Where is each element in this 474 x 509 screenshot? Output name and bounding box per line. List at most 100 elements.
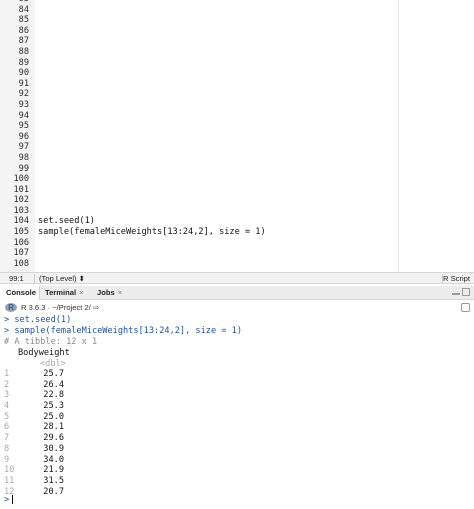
row-value: 25.0	[43, 411, 64, 422]
row-index: 6	[4, 422, 10, 433]
row-value: 25.7	[43, 369, 64, 379]
line-number: 103	[13, 205, 29, 216]
scope-selector[interactable]: (Top Level) ⬍	[39, 274, 85, 283]
code-line[interactable]: set.seed(1)	[38, 216, 474, 227]
row-index: 9	[4, 454, 10, 465]
line-number: 89	[18, 57, 29, 68]
code-line[interactable]	[38, 36, 474, 47]
r-logo-icon: R	[5, 303, 17, 312]
clear-console-icon[interactable]	[461, 303, 470, 312]
close-icon[interactable]: ×	[118, 288, 122, 297]
code-line[interactable]	[38, 174, 474, 185]
row-index: 11	[4, 475, 15, 486]
line-number: 86	[18, 25, 29, 36]
table-row: 1 25.7	[0, 369, 100, 380]
row-index: 3	[4, 390, 10, 401]
line-number: 102	[13, 195, 29, 206]
code-line[interactable]	[38, 5, 474, 16]
line-number: 98	[18, 152, 29, 163]
code-line[interactable]	[38, 153, 474, 164]
row-value: 31.5	[43, 475, 64, 486]
code-line[interactable]	[38, 111, 474, 122]
code-line[interactable]	[38, 68, 474, 79]
table-row: 9 34.0	[0, 455, 100, 466]
code-line[interactable]	[38, 259, 474, 270]
text-caret	[12, 495, 14, 504]
table-row: 7 29.6	[0, 433, 100, 444]
code-line[interactable]	[38, 100, 474, 111]
line-numbers: 8384858687888990919293949596979899100101…	[0, 0, 29, 269]
code-area[interactable]: set.seed(1) sample(femaleMiceWeights[13:2…	[38, 0, 474, 269]
tab-terminal[interactable]: Terminal ×	[45, 286, 84, 300]
row-index: 7	[4, 433, 10, 444]
table-row: 5 25.0	[0, 412, 100, 423]
console-header: R R 3.6.3 · ~/Project 2/ ⇨	[0, 301, 474, 314]
code-line[interactable]	[38, 206, 474, 217]
print-margin-line	[398, 0, 399, 272]
prompt-symbol: >	[4, 495, 10, 505]
row-index: 8	[4, 443, 10, 454]
line-number: 84	[18, 4, 29, 15]
tab-console[interactable]: Console	[0, 286, 40, 300]
row-value: 28.1	[43, 422, 64, 433]
code-line[interactable]	[38, 248, 474, 259]
line-number: 96	[18, 131, 29, 142]
line-number: 108	[13, 258, 29, 269]
row-index: 1	[4, 369, 10, 379]
code-line[interactable]	[38, 164, 474, 175]
result-rows: 1 25.7 2 26.4 3 22.8 4 25.3 5 25.0 6 28.1 7 29.6 8 30.9…	[0, 369, 100, 497]
table-row: 8 30.9	[0, 444, 100, 455]
minimize-pane-icon[interactable]	[452, 289, 460, 295]
table-row: 11 31.5	[0, 476, 100, 487]
code-line[interactable]	[38, 185, 474, 196]
row-index: 10	[4, 465, 15, 476]
status-divider	[34, 274, 35, 283]
code-line[interactable]	[38, 132, 474, 143]
row-index: 2	[4, 379, 10, 390]
code-line[interactable]	[38, 195, 474, 206]
tab-terminal-label: Terminal	[45, 288, 77, 297]
tibble-note: # A tibble: 12 x 1	[4, 337, 98, 347]
line-number: 105	[13, 227, 29, 238]
row-value: 21.9	[43, 465, 64, 476]
row-value: 22.8	[43, 390, 64, 401]
table-row: 12 20.7	[0, 487, 100, 498]
tab-jobs-label: Jobs	[97, 288, 115, 297]
tab-jobs[interactable]: Jobs ×	[97, 286, 122, 300]
line-number: 88	[18, 46, 29, 57]
line-number: 93	[18, 99, 29, 110]
code-line[interactable]	[38, 15, 474, 26]
code-line[interactable]	[38, 142, 474, 153]
table-row: 10 21.9	[0, 465, 100, 476]
editor-status-bar: 99:1 (Top Level) ⬍ R Script	[0, 272, 474, 284]
line-number: 104	[13, 216, 29, 227]
cursor-position: 99:1	[9, 274, 24, 283]
line-number: 91	[18, 78, 29, 89]
code-line[interactable]	[38, 121, 474, 132]
line-number: 97	[18, 142, 29, 153]
maximize-pane-icon[interactable]	[462, 288, 470, 296]
console-output[interactable]: > set.seed(1) > sample(femaleMiceWeights…	[0, 314, 474, 509]
row-value: 26.4	[43, 379, 64, 390]
line-number: 106	[13, 237, 29, 248]
code-line[interactable]	[38, 79, 474, 90]
code-line[interactable]	[38, 238, 474, 249]
tab-console-label: Console	[6, 288, 36, 297]
source-editor[interactable]: 8384858687888990919293949596979899100101…	[0, 0, 474, 272]
row-index: 4	[4, 401, 10, 412]
code-line[interactable]: sample(femaleMiceWeights[13:24,2], size …	[38, 227, 474, 238]
row-value: 30.9	[43, 443, 64, 454]
code-line[interactable]	[38, 47, 474, 58]
close-icon[interactable]: ×	[79, 288, 83, 297]
file-type-selector[interactable]: R Script	[443, 274, 470, 283]
row-value: 20.7	[43, 486, 64, 497]
console-prompt[interactable]: >	[4, 495, 14, 505]
row-value: 25.3	[43, 401, 64, 412]
code-line[interactable]	[38, 58, 474, 69]
row-value: 34.0	[43, 454, 64, 465]
code-line[interactable]	[38, 26, 474, 37]
code-line[interactable]	[38, 89, 474, 100]
line-number: 107	[13, 248, 29, 259]
line-number: 100	[13, 174, 29, 185]
line-number: 101	[13, 184, 29, 195]
